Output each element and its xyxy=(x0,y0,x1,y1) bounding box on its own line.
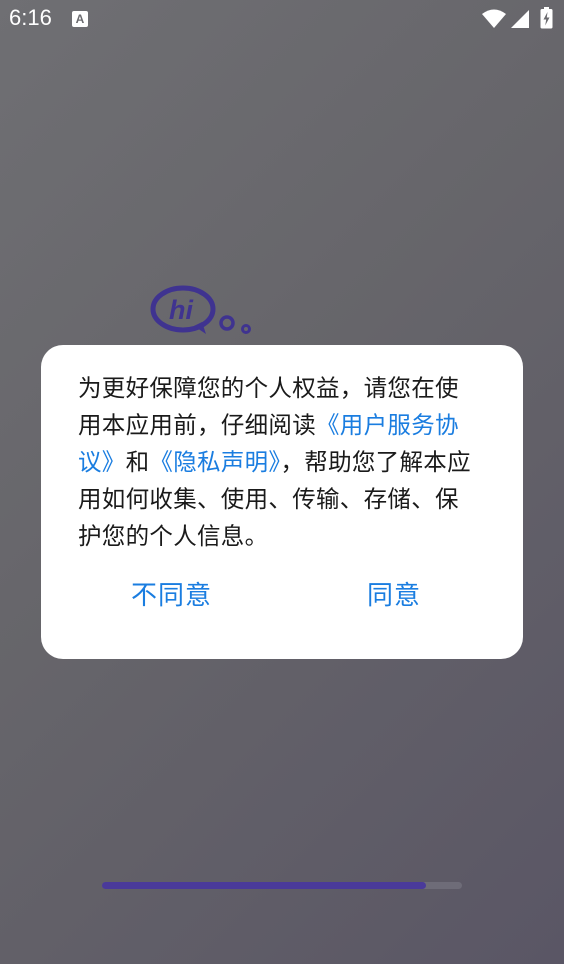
battery-charging-icon xyxy=(540,7,553,29)
logo-text: hi xyxy=(169,295,193,325)
decline-button[interactable]: 不同意 xyxy=(131,575,212,612)
app-screen: 6:16 A hi 为更好保障您的个人权益，请您在使用本应用前，仔细阅读《用户服… xyxy=(0,0,564,964)
message-text-2: 和 xyxy=(125,448,150,476)
status-time: 6:16 xyxy=(9,5,52,30)
privacy-message: 为更好保障您的个人权益，请您在使用本应用前，仔细阅读《用户服务协议》和《隐私声明… xyxy=(78,370,478,555)
loading-progress-fill xyxy=(102,882,426,889)
cellular-signal-icon xyxy=(511,10,529,28)
privacy-dialog: 为更好保障您的个人权益，请您在使用本应用前，仔细阅读《用户服务协议》和《隐私声明… xyxy=(41,345,523,659)
privacy-statement-link[interactable]: 《隐私声明》 xyxy=(149,448,280,476)
status-bar: 6:16 A xyxy=(0,0,564,38)
loading-progress-bar xyxy=(102,882,462,889)
wifi-icon xyxy=(482,9,506,28)
notification-icon: A xyxy=(72,11,88,27)
hi-logo: hi xyxy=(150,285,251,334)
agree-button[interactable]: 同意 xyxy=(367,575,421,612)
